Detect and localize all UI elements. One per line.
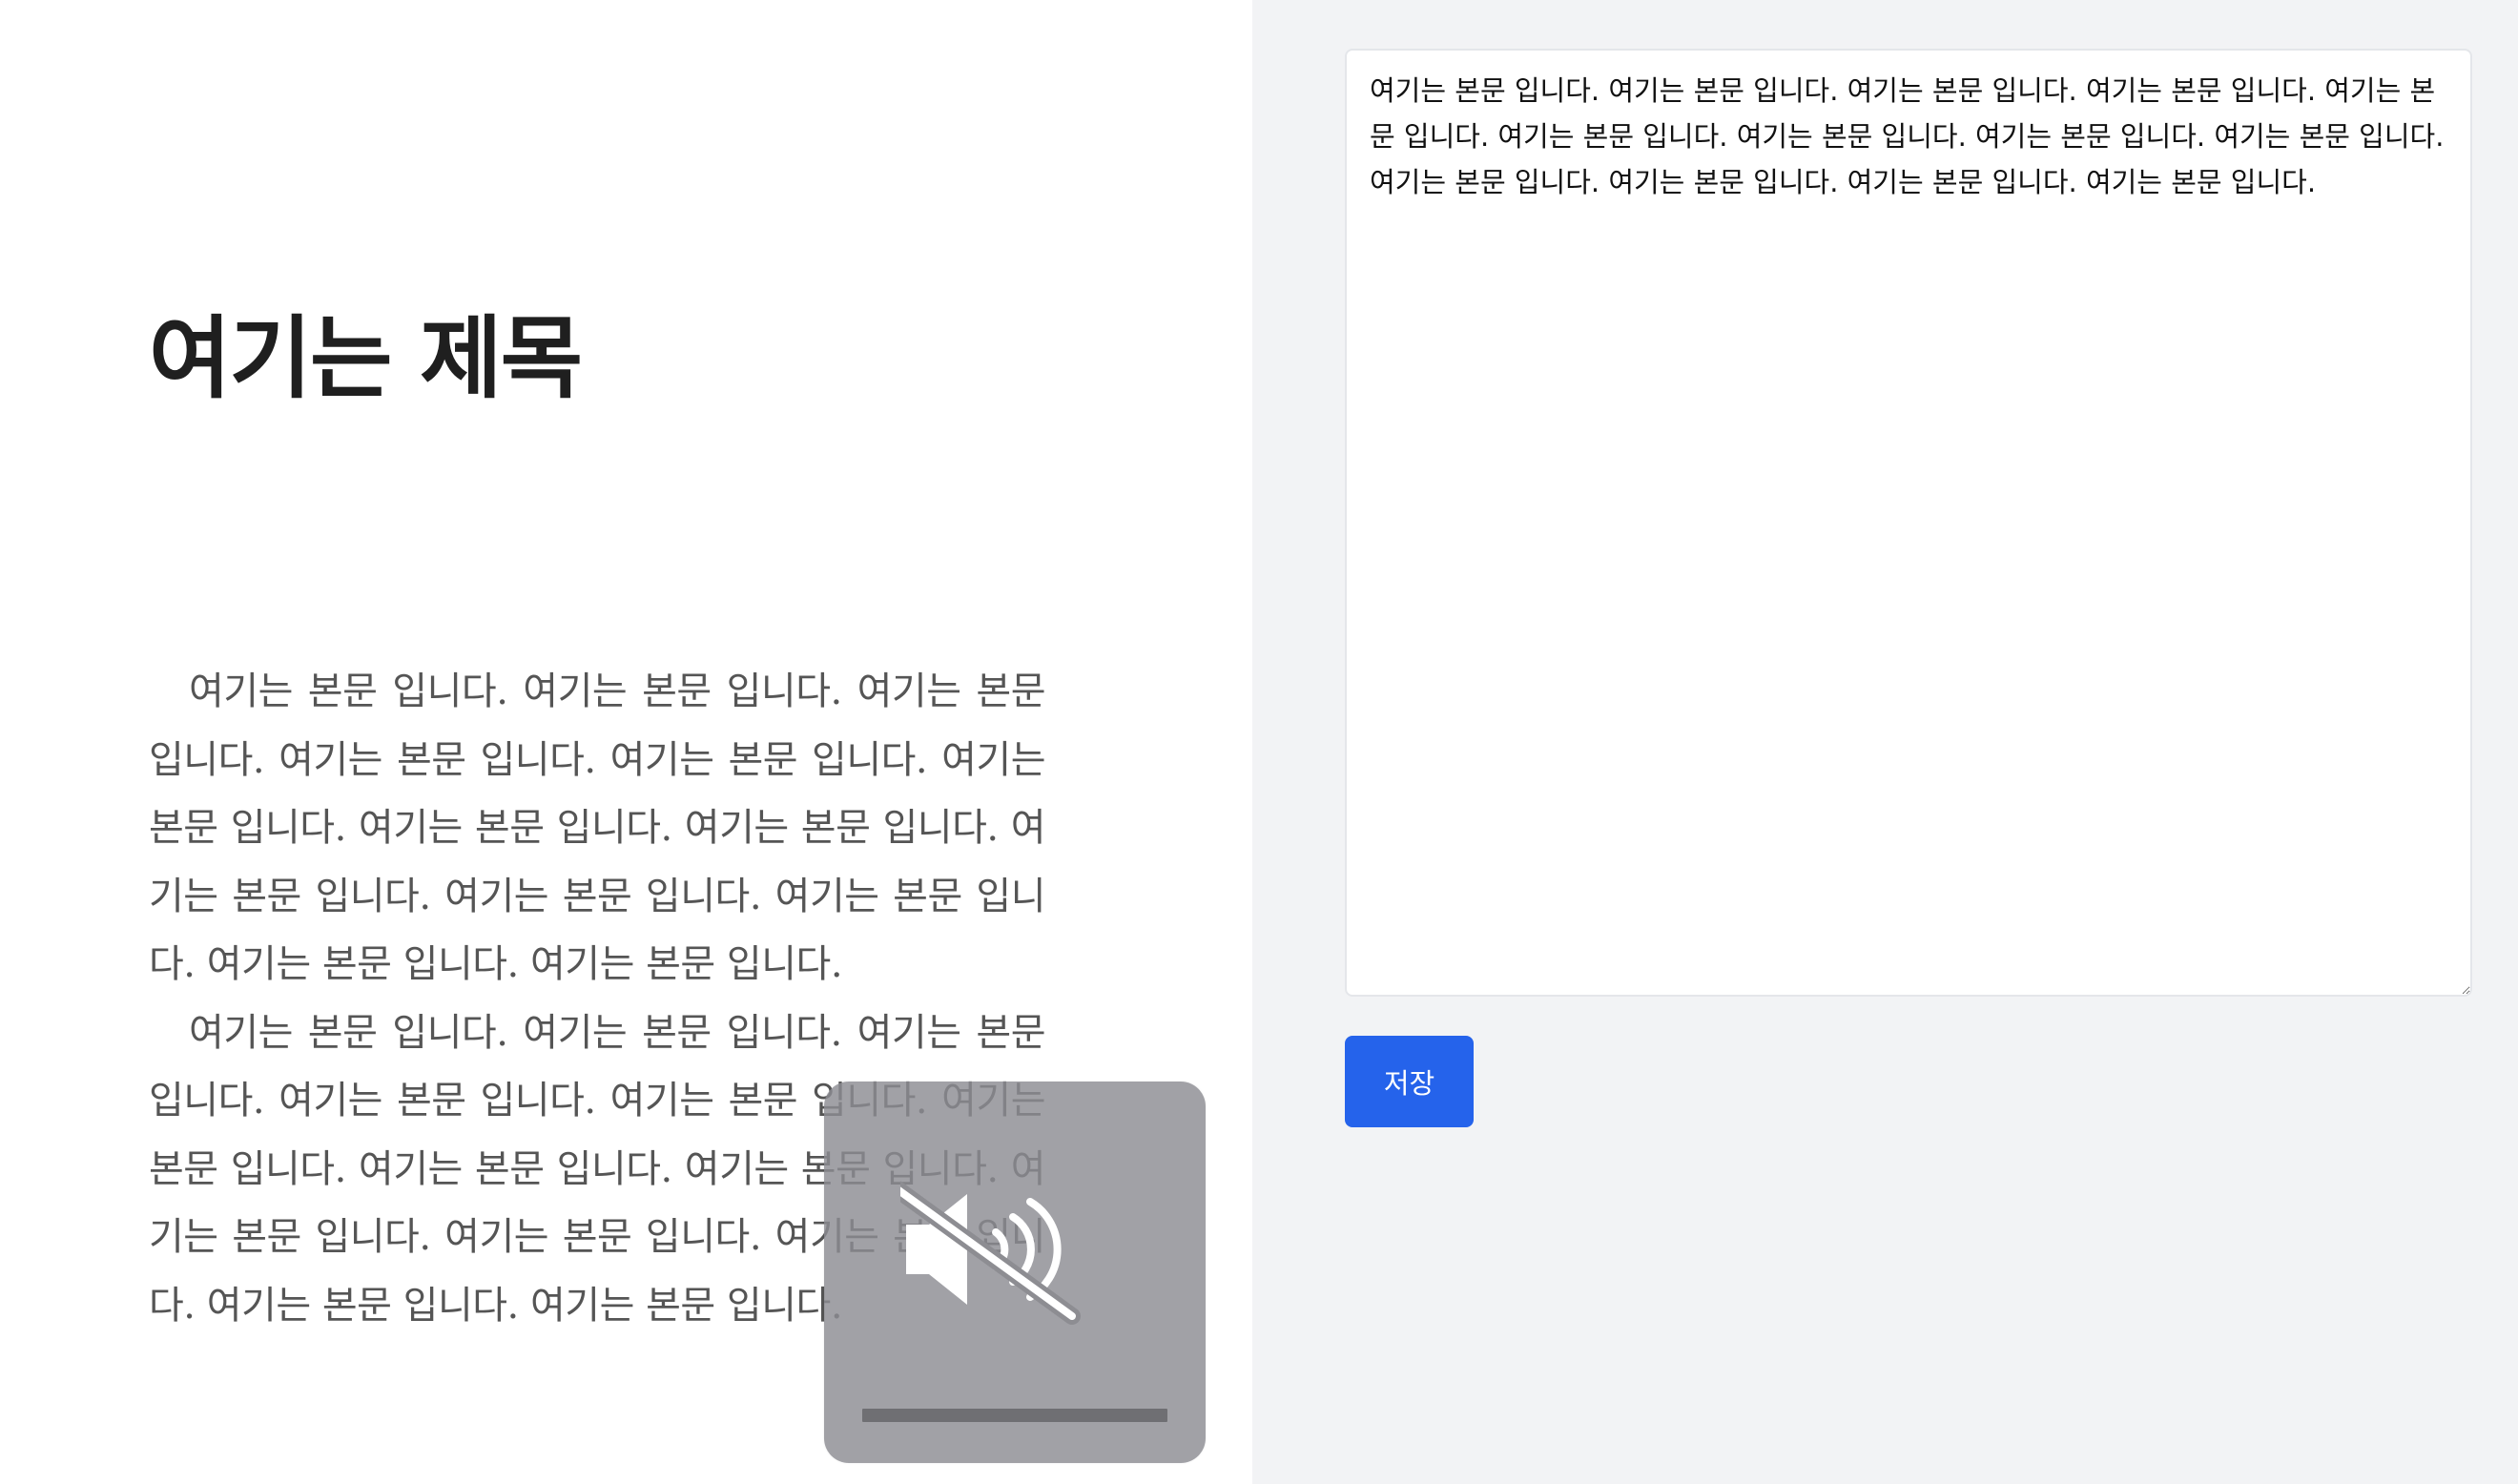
editor-panel: 여기는 본문 입니다. 여기는 본문 입니다. 여기는 본문 입니다. 여기는 …	[1252, 0, 2518, 1484]
document-title: 여기는 제목	[149, 306, 583, 411]
document-preview: 여기는 제목 여기는 본문 입니다. 여기는 본문 입니다. 여기는 본문 입니…	[0, 0, 1252, 1484]
app-window: 여기는 제목 여기는 본문 입니다. 여기는 본문 입니다. 여기는 본문 입니…	[0, 0, 2518, 1484]
speaker-muted-icon	[900, 1181, 1081, 1325]
document-paragraph: 여기는 본문 입니다. 여기는 본문 입니다. 여기는 본문 입니다. 여기는 …	[149, 670, 1046, 986]
volume-hud	[824, 1082, 1206, 1463]
volume-level-bar	[862, 1409, 1167, 1422]
body-editor[interactable]: 여기는 본문 입니다. 여기는 본문 입니다. 여기는 본문 입니다. 여기는 …	[1345, 49, 2472, 997]
save-button[interactable]: 저장	[1345, 1036, 1474, 1127]
